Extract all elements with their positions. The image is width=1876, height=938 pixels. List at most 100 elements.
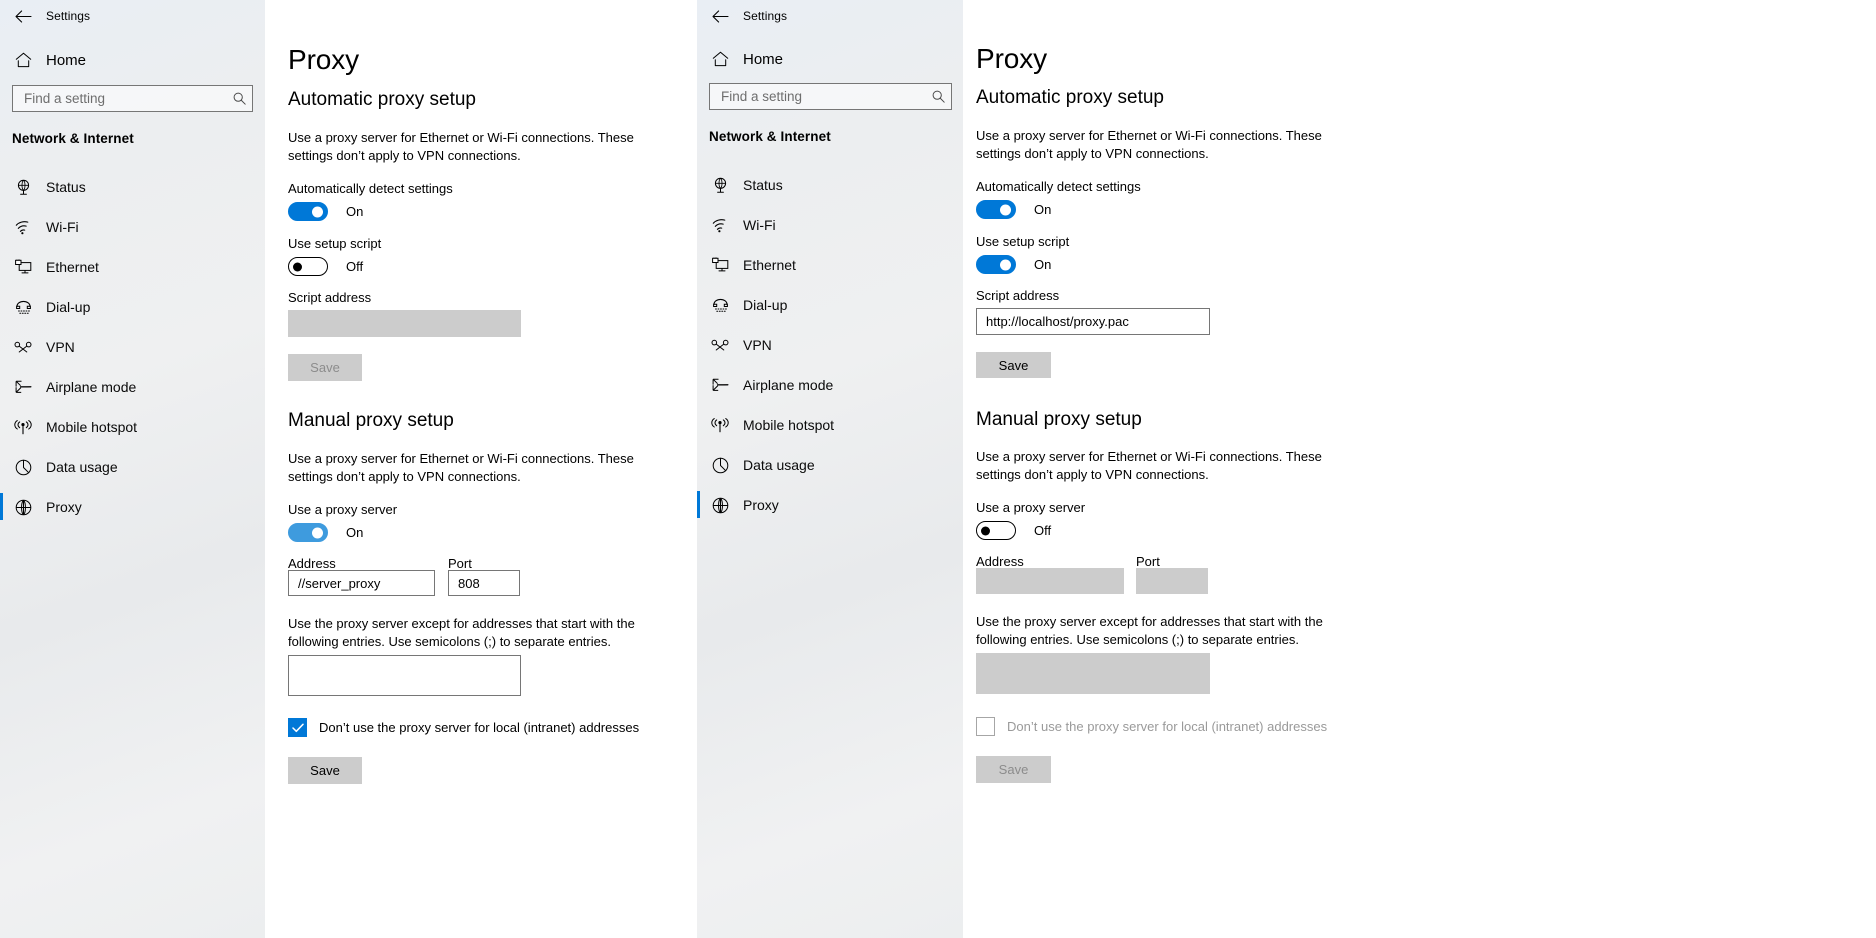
auto-detect-label: Automatically detect settings bbox=[288, 181, 453, 196]
auto-section-description-2: Use a proxy server for Ethernet or Wi-Fi… bbox=[976, 127, 1341, 163]
manual-section-heading-2: Manual proxy setup bbox=[976, 409, 1142, 431]
auto-save-button-2[interactable]: Save bbox=[976, 352, 1051, 378]
setup-script-state-2: On bbox=[1034, 257, 1051, 272]
auto-save-button: Save bbox=[288, 354, 362, 381]
vpn-icon bbox=[0, 341, 46, 354]
back-button[interactable] bbox=[0, 0, 46, 32]
selection-accent-bar bbox=[697, 491, 700, 518]
manual-section-description-2: Use a proxy server for Ethernet or Wi-Fi… bbox=[976, 448, 1341, 484]
setup-script-toggle-2[interactable] bbox=[976, 255, 1016, 274]
auto-detect-toggle[interactable] bbox=[288, 202, 328, 221]
sidebar-item-proxy-2[interactable]: Proxy bbox=[697, 485, 963, 525]
script-address-label: Script address bbox=[288, 290, 371, 305]
sidebar-item-ethernet[interactable]: Ethernet bbox=[0, 247, 265, 287]
setup-script-label: Use setup script bbox=[288, 236, 381, 251]
selection-accent-bar bbox=[697, 331, 700, 358]
globe-icon bbox=[697, 497, 743, 514]
bypass-local-row[interactable]: Don’t use the proxy server for local (in… bbox=[288, 718, 639, 737]
hotspot-icon bbox=[697, 418, 743, 433]
selection-accent-bar bbox=[697, 171, 700, 198]
page-title: Proxy bbox=[288, 44, 359, 76]
sidebar-item-label: VPN bbox=[46, 339, 75, 355]
sidebar-item-home-2[interactable]: Home bbox=[697, 42, 963, 76]
sidebar-item-data-usage-2[interactable]: Data usage bbox=[697, 445, 963, 485]
exceptions-input[interactable] bbox=[288, 655, 521, 696]
selection-accent-bar bbox=[0, 453, 3, 480]
sidebar-item-vpn[interactable]: VPN bbox=[0, 327, 265, 367]
settings-window-background: Settings Home Find a setting bbox=[0, 0, 697, 938]
sidebar-item-proxy[interactable]: Proxy bbox=[0, 487, 265, 527]
port-input-2 bbox=[1136, 568, 1208, 594]
exceptions-description: Use the proxy server except for addresse… bbox=[288, 615, 673, 651]
category-heading-2: Network & Internet bbox=[709, 129, 831, 144]
selection-accent-bar bbox=[0, 413, 3, 440]
sidebar-item-status[interactable]: Status bbox=[0, 167, 265, 207]
search-input[interactable]: Find a setting bbox=[12, 85, 253, 112]
use-proxy-label-2: Use a proxy server bbox=[976, 500, 1085, 515]
sidebar-item-airplane-mode-2[interactable]: Airplane mode bbox=[697, 365, 963, 405]
selection-accent-bar bbox=[0, 333, 3, 360]
sidebar-item-ethernet-2[interactable]: Ethernet bbox=[697, 245, 963, 285]
setup-script-toggle[interactable] bbox=[288, 257, 328, 276]
screen-root: Settings Home Find a setting bbox=[0, 0, 1876, 938]
settings-window-foreground: Settings Home Find a setting bbox=[697, 0, 1876, 938]
sidebar-item-label: Ethernet bbox=[743, 257, 796, 273]
sidebar-item-mobile-hotspot[interactable]: Mobile hotspot bbox=[0, 407, 265, 447]
use-proxy-label: Use a proxy server bbox=[288, 502, 397, 517]
sidebar-item-mobile-hotspot-2[interactable]: Mobile hotspot bbox=[697, 405, 963, 445]
port-input[interactable]: 808 bbox=[448, 570, 520, 596]
script-address-input-2[interactable]: http://localhost/proxy.pac bbox=[976, 308, 1210, 335]
back-button-2[interactable] bbox=[697, 0, 743, 32]
selection-accent-bar bbox=[697, 291, 700, 318]
sidebar-item-label: Wi-Fi bbox=[743, 217, 776, 233]
home-icon-2 bbox=[697, 51, 743, 67]
sidebar-item-dial-up-2[interactable]: Dial-up bbox=[697, 285, 963, 325]
manual-save-button[interactable]: Save bbox=[288, 757, 362, 784]
sidebar-item-label-home-2: Home bbox=[743, 51, 783, 68]
category-heading: Network & Internet bbox=[12, 131, 134, 146]
title-bar-2: Settings bbox=[697, 0, 963, 32]
sidebar-item-vpn-2[interactable]: VPN bbox=[697, 325, 963, 365]
use-proxy-toggle-2[interactable] bbox=[976, 521, 1016, 540]
selection-accent-bar bbox=[0, 253, 3, 280]
search-placeholder-2: Find a setting bbox=[710, 89, 925, 104]
sidebar-item-wi-fi[interactable]: Wi-Fi bbox=[0, 207, 265, 247]
app-title-2: Settings bbox=[743, 9, 787, 23]
wifi-icon bbox=[0, 220, 46, 235]
bypass-local-row-2: Don’t use the proxy server for local (in… bbox=[976, 717, 1327, 736]
airplane-icon bbox=[697, 377, 743, 393]
use-proxy-toggle[interactable] bbox=[288, 523, 328, 542]
search-placeholder: Find a setting bbox=[13, 91, 226, 106]
status-icon bbox=[0, 179, 46, 196]
wifi-icon bbox=[697, 218, 743, 233]
sidebar-item-data-usage[interactable]: Data usage bbox=[0, 447, 265, 487]
use-proxy-state-2: Off bbox=[1034, 523, 1051, 538]
selection-accent-bar bbox=[697, 251, 700, 278]
port-label: Port bbox=[448, 556, 472, 571]
sidebar-nav-list-2: Status Wi-Fi Ethernet Dial-upVPN Airplane mo… bbox=[697, 165, 963, 525]
sidebar-item-airplane-mode[interactable]: Airplane mode bbox=[0, 367, 265, 407]
sidebar-item-label: Proxy bbox=[743, 497, 779, 513]
search-input-2[interactable]: Find a setting bbox=[709, 83, 952, 110]
address-label-2: Address bbox=[976, 554, 1024, 569]
home-icon bbox=[0, 52, 46, 68]
sidebar-item-wi-fi-2[interactable]: Wi-Fi bbox=[697, 205, 963, 245]
sidebar-item-label: Airplane mode bbox=[743, 377, 833, 393]
selection-accent-bar bbox=[0, 493, 3, 520]
sidebar-item-label: Data usage bbox=[46, 459, 118, 475]
sidebar-item-status-2[interactable]: Status bbox=[697, 165, 963, 205]
dialup-icon bbox=[0, 300, 46, 315]
address-input[interactable]: //server_proxy bbox=[288, 570, 435, 596]
sidebar-item-label: Status bbox=[743, 177, 783, 193]
auto-detect-toggle-2[interactable] bbox=[976, 200, 1016, 219]
app-title: Settings bbox=[46, 9, 90, 23]
sidebar-item-dial-up[interactable]: Dial-up bbox=[0, 287, 265, 327]
use-proxy-toggle-row-2: Off bbox=[976, 521, 1051, 540]
sidebar-item-home[interactable]: Home bbox=[0, 43, 265, 77]
bypass-local-checkbox[interactable] bbox=[288, 718, 307, 737]
auto-detect-toggle-row-2: On bbox=[976, 200, 1051, 219]
setup-script-toggle-row: Off bbox=[288, 257, 363, 276]
setup-script-toggle-row-2: On bbox=[976, 255, 1051, 274]
sidebar-item-label: Proxy bbox=[46, 499, 82, 515]
use-proxy-toggle-row: On bbox=[288, 523, 363, 542]
